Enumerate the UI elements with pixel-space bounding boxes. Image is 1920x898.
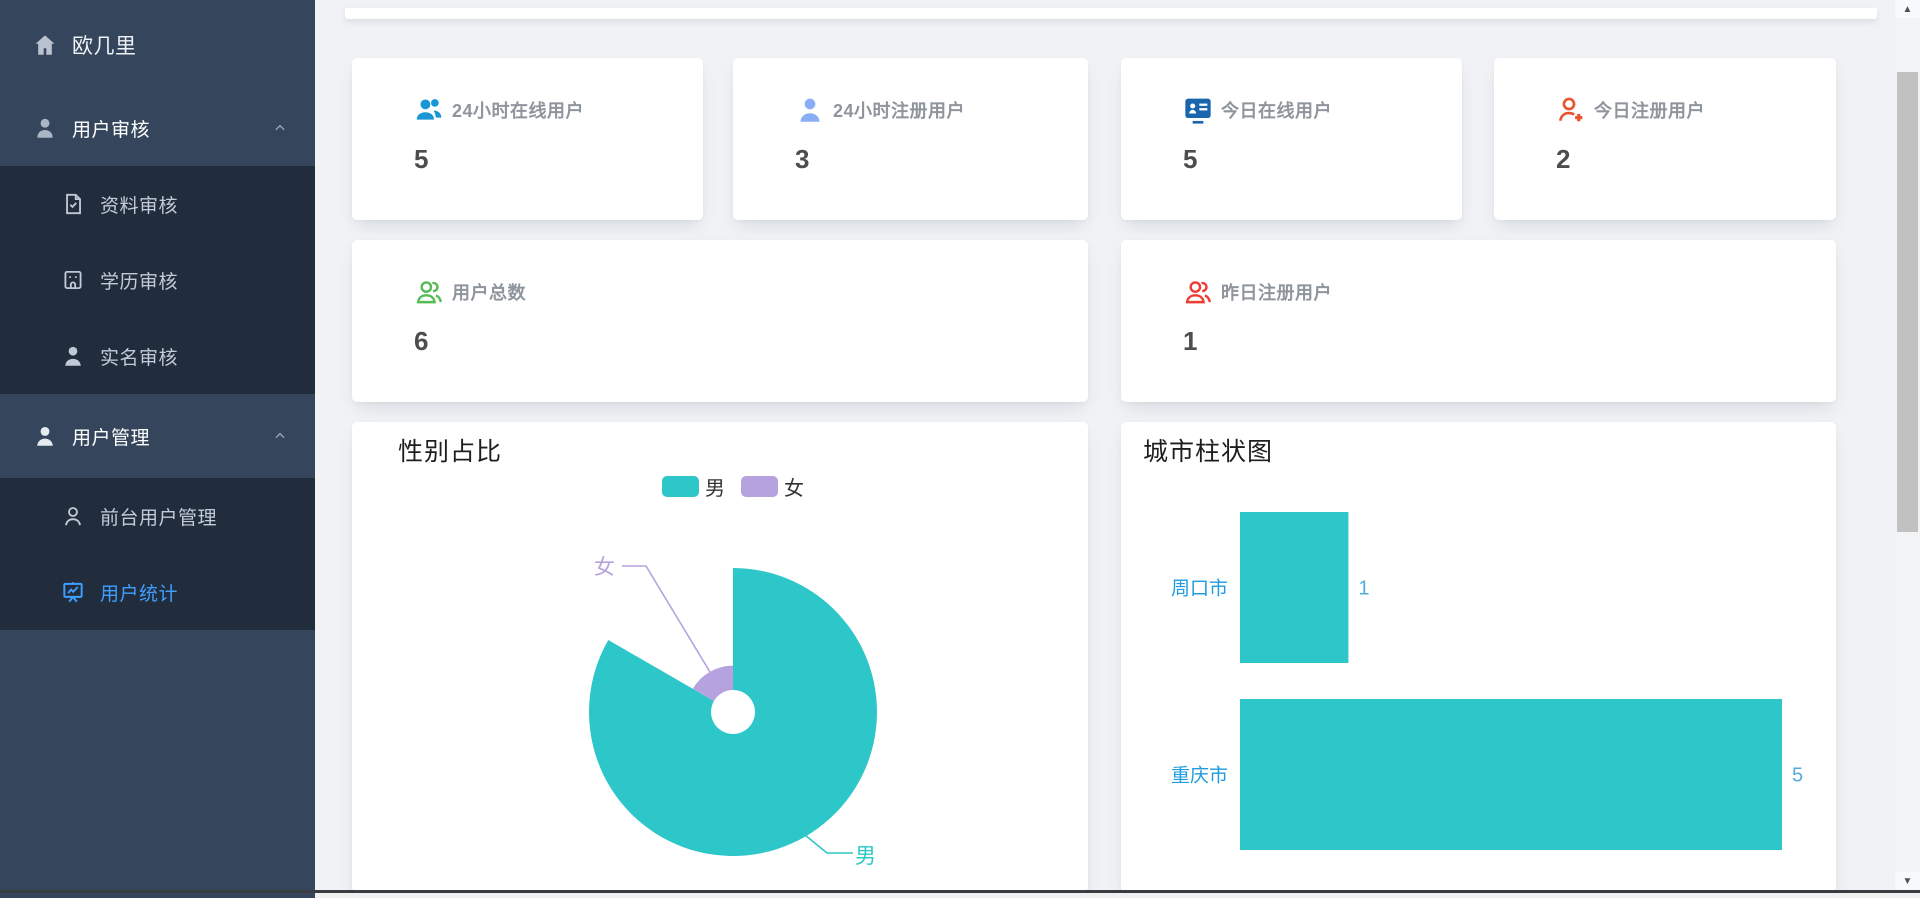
- scroll-up-button[interactable]: ▲: [1895, 0, 1920, 18]
- stat-value: 5: [1183, 144, 1198, 174]
- scrolled-panel-edge: [345, 8, 1877, 19]
- bar-category-label: 重庆市: [1171, 765, 1228, 787]
- sidebar-item-user-statistics[interactable]: 用户统计: [0, 554, 315, 630]
- stat-label: 用户总数: [452, 283, 526, 303]
- stat-label: 24小时注册用户: [833, 101, 966, 121]
- chart-board-icon: [60, 579, 86, 605]
- stat-card-registered-yesterday: 昨日注册用户 1: [1121, 240, 1836, 402]
- id-card-icon: [1182, 94, 1214, 126]
- chevron-up-icon: [275, 432, 285, 439]
- person-icon: [60, 343, 86, 369]
- scrollbar-thumb[interactable]: [1897, 72, 1918, 532]
- person-outline-icon: [60, 503, 86, 529]
- school-building-icon: [60, 267, 86, 293]
- sidebar-brand[interactable]: 欧几里: [0, 0, 315, 90]
- document-check-icon: [60, 191, 86, 217]
- brand-label: 欧几里: [72, 35, 137, 58]
- sidebar-item-education-audit[interactable]: 学历审核: [0, 242, 315, 318]
- sidebar-item-realname-audit[interactable]: 实名审核: [0, 318, 315, 394]
- gender-pie-card: 性别占比 男女 男女: [352, 422, 1088, 892]
- sidebar-item-label: 前台用户管理: [100, 507, 218, 529]
- users-solid-icon: [413, 94, 445, 126]
- stat-card-total-users: 用户总数 6: [352, 240, 1088, 402]
- sidebar-item-label: 用户统计: [100, 583, 179, 605]
- stat-card-online-24h: 24小时在线用户 5: [352, 58, 703, 220]
- city-bar-card: 城市柱状图 周口市 1 重庆市 5: [1121, 422, 1836, 892]
- app-window: 欧几里 用户审核 资料审核 学历审核 实名审核 用户管理 前台用户管理 用户统计…: [0, 0, 1920, 898]
- users-outline-icon: [413, 276, 445, 308]
- stat-value: 5: [414, 144, 429, 174]
- bar-重庆市[interactable]: [1240, 699, 1782, 850]
- stat-card-online-today: 今日在线用户 5: [1121, 58, 1462, 220]
- pie-slice-label: 女: [594, 556, 615, 579]
- sidebar-item-label: 学历审核: [100, 271, 179, 293]
- bar-value-label: 1: [1358, 578, 1369, 600]
- city-bar-chart[interactable]: 周口市 1 重庆市 5: [1121, 422, 1836, 892]
- user-audit-icon: [32, 115, 58, 141]
- pie-slice-label: 男: [855, 845, 876, 868]
- sidebar-item-label: 用户管理: [72, 427, 151, 449]
- sidebar-item-front-user-manage[interactable]: 前台用户管理: [0, 478, 315, 554]
- sidebar-item-user-manage[interactable]: 用户管理: [0, 394, 315, 478]
- sidebar-item-user-audit[interactable]: 用户审核: [0, 90, 315, 166]
- sidebar-item-profile-audit[interactable]: 资料审核: [0, 166, 315, 242]
- home-icon: [32, 32, 58, 58]
- bar-category-label: 周口市: [1171, 578, 1228, 600]
- stat-value: 1: [1183, 326, 1198, 356]
- user-plus-icon: [1555, 94, 1587, 126]
- pie-slice-男[interactable]: [589, 568, 877, 856]
- stat-card-registered-today: 今日注册用户 2: [1494, 58, 1836, 220]
- sidebar-item-label: 实名审核: [100, 347, 179, 369]
- stat-value: 6: [414, 326, 429, 356]
- stat-label: 今日注册用户: [1594, 101, 1705, 121]
- gender-pie-chart[interactable]: 男女: [352, 422, 1088, 892]
- bar-周口市[interactable]: [1240, 512, 1349, 663]
- scroll-down-button[interactable]: ▼: [1895, 872, 1920, 890]
- stat-label: 今日在线用户: [1221, 101, 1332, 121]
- stat-value: 3: [795, 144, 810, 174]
- below-window-strip: [315, 893, 1920, 898]
- stat-card-registered-24h: 24小时注册用户 3: [733, 58, 1088, 220]
- sidebar-item-label: 资料审核: [100, 195, 179, 217]
- stat-value: 2: [1556, 144, 1571, 174]
- pie-label-line: [804, 834, 853, 854]
- sidebar-item-label: 用户审核: [72, 119, 151, 141]
- user-icon: [32, 423, 58, 449]
- chevron-up-icon: [275, 124, 285, 131]
- bar-value-label: 5: [1792, 765, 1803, 787]
- sidebar: 欧几里 用户审核 资料审核 学历审核 实名审核 用户管理 前台用户管理 用户统计: [0, 0, 315, 898]
- users-outline-icon: [1182, 276, 1214, 308]
- stat-label: 昨日注册用户: [1221, 283, 1332, 303]
- user-solid-icon: [794, 94, 826, 126]
- stat-label: 24小时在线用户: [452, 101, 585, 121]
